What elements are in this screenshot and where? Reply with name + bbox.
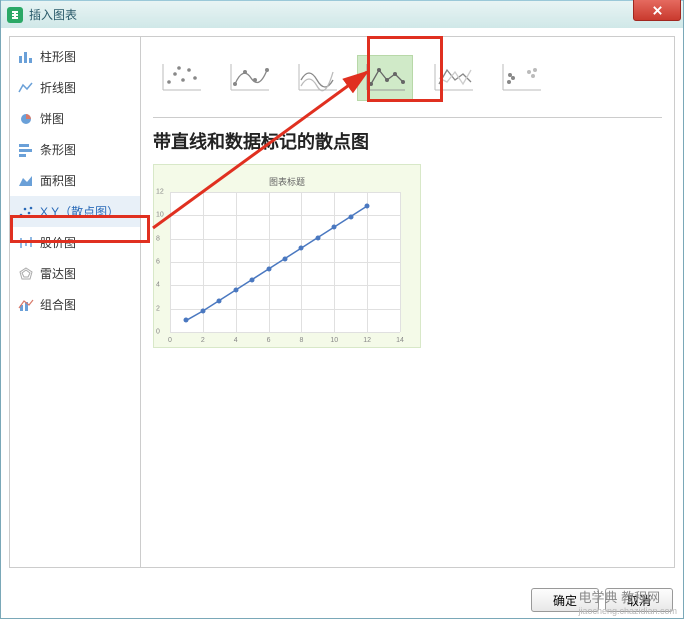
- sidebar-item-bar[interactable]: 柱形图: [10, 41, 140, 72]
- close-button[interactable]: [633, 0, 681, 21]
- insert-chart-dialog: 插入图表 柱形图 折线图 饼图 条形图 面积: [0, 0, 684, 619]
- data-point: [200, 309, 205, 314]
- ytick-label: 6: [156, 259, 160, 266]
- sidebar-item-label: 柱形图: [40, 48, 76, 65]
- ytick-label: 4: [156, 282, 160, 289]
- sidebar-item-radar[interactable]: 雷达图: [10, 258, 140, 289]
- ytick-label: 2: [156, 305, 160, 312]
- subtype-row: [153, 47, 662, 109]
- sidebar-item-pie[interactable]: 饼图: [10, 103, 140, 134]
- chart-subtype-panel: 带直线和数据标记的散点图 图表标题 02468101202468101214: [141, 36, 675, 568]
- xtick-label: 14: [396, 337, 404, 344]
- xtick-label: 8: [299, 337, 303, 344]
- chart-axes: 02468101202468101214: [170, 192, 400, 332]
- bar-chart-icon: [18, 50, 34, 64]
- subtype-smooth[interactable]: [289, 55, 345, 101]
- data-point: [217, 298, 222, 303]
- sidebar-item-area[interactable]: 面积图: [10, 165, 140, 196]
- data-point: [184, 318, 189, 323]
- sidebar-item-label: 条形图: [40, 141, 76, 158]
- data-point: [266, 267, 271, 272]
- titlebar: 插入图表: [1, 0, 683, 28]
- data-point: [299, 246, 304, 251]
- chart-preview-title: 图表标题: [170, 175, 404, 188]
- data-point: [283, 256, 288, 261]
- radar-chart-icon: [18, 267, 34, 281]
- divider: [153, 117, 662, 118]
- hbar-chart-icon: [18, 143, 34, 157]
- subtype-smooth-marker[interactable]: [221, 55, 277, 101]
- ytick-label: 12: [156, 189, 164, 196]
- sidebar-item-scatter[interactable]: X Y（散点图）: [10, 196, 140, 227]
- xtick-label: 12: [363, 337, 371, 344]
- dialog-body: 柱形图 折线图 饼图 条形图 面积图 X Y（散点图）: [1, 28, 683, 576]
- sidebar-item-line[interactable]: 折线图: [10, 72, 140, 103]
- app-icon: [7, 7, 23, 23]
- xtick-label: 6: [267, 337, 271, 344]
- sidebar-item-label: 面积图: [40, 172, 76, 189]
- sidebar-item-label: 雷达图: [40, 265, 76, 282]
- subtype-scatter-group[interactable]: [493, 55, 549, 101]
- sidebar-item-label: 组合图: [40, 296, 76, 313]
- pie-chart-icon: [18, 112, 34, 126]
- data-point: [348, 214, 353, 219]
- xtick-label: 2: [201, 337, 205, 344]
- watermark: 电学典 教程网 jiaocheng.chazidian.com: [578, 587, 677, 616]
- subtype-line-marker[interactable]: [357, 55, 413, 101]
- xtick-label: 10: [330, 337, 338, 344]
- ytick-label: 10: [156, 212, 164, 219]
- data-point: [250, 277, 255, 282]
- sidebar-item-label: 饼图: [40, 110, 64, 127]
- data-point: [332, 225, 337, 230]
- subtype-line[interactable]: [425, 55, 481, 101]
- xtick-label: 0: [168, 337, 172, 344]
- sidebar-item-hbar[interactable]: 条形图: [10, 134, 140, 165]
- sidebar-item-label: 折线图: [40, 79, 76, 96]
- chart-type-sidebar: 柱形图 折线图 饼图 条形图 面积图 X Y（散点图）: [9, 36, 141, 568]
- sidebar-item-combo[interactable]: 组合图: [10, 289, 140, 320]
- sidebar-item-label: 股价图: [40, 234, 76, 251]
- line-chart-icon: [18, 81, 34, 95]
- stock-chart-icon: [18, 236, 34, 250]
- ytick-label: 0: [156, 329, 160, 336]
- data-point: [233, 288, 238, 293]
- xtick-label: 4: [234, 337, 238, 344]
- chart-preview: 图表标题 02468101202468101214: [153, 164, 421, 348]
- area-chart-icon: [18, 174, 34, 188]
- window-title: 插入图表: [29, 6, 77, 23]
- combo-chart-icon: [18, 298, 34, 312]
- chart-subtype-title: 带直线和数据标记的散点图: [153, 128, 662, 154]
- scatter-chart-icon: [18, 205, 34, 219]
- sidebar-item-label: X Y（散点图）: [40, 203, 119, 220]
- ytick-label: 8: [156, 235, 160, 242]
- data-point: [315, 235, 320, 240]
- data-point: [365, 204, 370, 209]
- subtype-scatter-only[interactable]: [153, 55, 209, 101]
- sidebar-item-stock[interactable]: 股价图: [10, 227, 140, 258]
